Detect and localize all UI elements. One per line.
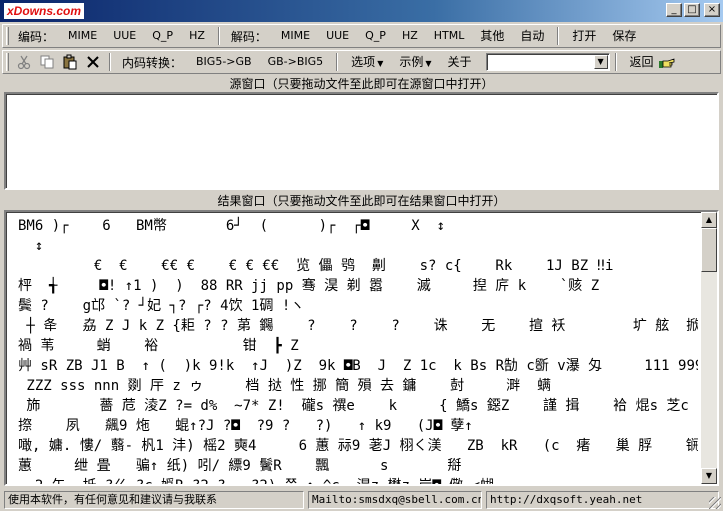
big5-to-gb-button[interactable]: BIG5->GB — [188, 52, 260, 72]
close-button[interactable]: × — [704, 3, 720, 17]
examples-menu[interactable]: 示例 ▼ — [391, 52, 439, 72]
resize-grip[interactable] — [709, 497, 721, 509]
scrollbar-thumb[interactable] — [701, 228, 717, 272]
decode-auto-button[interactable]: 自动 — [512, 26, 552, 46]
title-bar[interactable]: xDowns.com _ □ × — [0, 0, 723, 22]
paste-icon[interactable] — [58, 52, 81, 72]
open-button[interactable]: 打开 — [564, 26, 604, 46]
toolbar-separator — [109, 53, 111, 71]
back-label: 返回 — [629, 55, 654, 69]
source-pane-title: 源窗口（只要拖动文件至此即可在源窗口中打开） — [229, 77, 494, 91]
encode-label: 编码： — [18, 29, 55, 44]
gb-to-big5-button[interactable]: GB->BIG5 — [260, 52, 332, 72]
dropdown-arrow-icon: ▼ — [377, 59, 384, 68]
convert-label: 内码转换： — [122, 55, 183, 70]
cut-icon[interactable] — [12, 52, 35, 72]
status-email-link[interactable]: Mailto:smsdxq@sbell.com.cn — [308, 491, 482, 509]
history-combo[interactable]: ▼ — [485, 53, 610, 71]
result-text: BM6 )┌ 6 BM幣 6┘ ( )┌ ┌◘ X ↕ ↕ € € €€ € €… — [18, 218, 698, 486]
toolbar-separator — [336, 53, 339, 71]
encode-uue-button[interactable]: UUE — [105, 26, 144, 46]
window-controls: _ □ × — [666, 3, 720, 17]
toolbar-separator — [614, 53, 617, 71]
toolbar-separator — [217, 27, 220, 45]
encode-decode-toolbar: 编码： MIME UUE Q_P HZ 解码： MIME UUE Q_P HZ … — [2, 24, 721, 48]
result-textarea[interactable]: BM6 )┌ 6 BM幣 6┘ ( )┌ ┌◘ X ↕ ↕ € € €€ € €… — [4, 210, 719, 486]
encode-hz-button[interactable]: HZ — [181, 26, 213, 46]
delete-icon[interactable] — [81, 52, 104, 72]
minimize-button[interactable]: _ — [666, 3, 682, 17]
result-pane-title: 结果窗口（只要拖动文件至此即可在结果窗口中打开） — [217, 194, 506, 208]
about-button[interactable]: 关于 — [440, 52, 480, 72]
window-title: xDowns.com — [4, 3, 85, 19]
source-textarea[interactable] — [4, 92, 719, 190]
decode-other-button[interactable]: 其他 — [472, 26, 512, 46]
options-label: 选项 — [351, 55, 376, 69]
examples-label: 示例 — [399, 55, 424, 69]
toolbar-grip[interactable] — [6, 27, 9, 45]
toolbar-separator — [557, 27, 560, 45]
scroll-down-icon[interactable]: ▼ — [701, 468, 717, 484]
vertical-scrollbar[interactable]: ▲ ▼ — [701, 212, 717, 484]
status-hint: 使用本软件，有任何意见和建议请与我联系 — [4, 491, 304, 509]
save-button[interactable]: 保存 — [604, 26, 644, 46]
status-bar: 使用本软件，有任何意见和建议请与我联系 Mailto:smsdxq@sbell.… — [0, 489, 723, 511]
decode-label: 解码： — [230, 29, 267, 44]
decode-hz-button[interactable]: HZ — [394, 26, 426, 46]
dropdown-arrow-icon: ▼ — [425, 59, 432, 68]
status-website-link[interactable]: http://dxqsoft.yeah.net — [486, 491, 719, 509]
scroll-up-icon[interactable]: ▲ — [701, 212, 717, 228]
maximize-button[interactable]: □ — [684, 3, 700, 17]
decode-qp-button[interactable]: Q_P — [357, 26, 394, 46]
combo-arrow-icon[interactable]: ▼ — [593, 55, 608, 69]
decode-uue-button[interactable]: UUE — [318, 26, 357, 46]
back-button[interactable]: 返回 — [622, 52, 684, 72]
copy-icon[interactable] — [35, 52, 58, 72]
options-menu[interactable]: 选项 ▼ — [343, 52, 391, 72]
encode-qp-button[interactable]: Q_P — [144, 26, 181, 46]
encode-mime-button[interactable]: MIME — [60, 26, 105, 46]
decode-mime-button[interactable]: MIME — [273, 26, 318, 46]
toolbar-grip[interactable] — [6, 53, 9, 71]
decode-html-button[interactable]: HTML — [426, 26, 473, 46]
hand-pointer-icon — [658, 58, 674, 68]
edit-convert-toolbar: 内码转换： BIG5->GB GB->BIG5 选项 ▼ 示例 ▼ 关于 ▼ 返回 — [2, 50, 721, 74]
